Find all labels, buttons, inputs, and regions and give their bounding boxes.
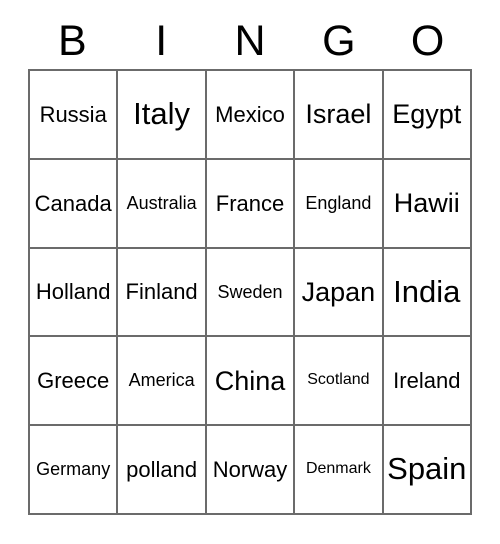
bingo-cell-b5[interactable]: Germany — [30, 426, 119, 515]
bingo-header-letter-b: B — [58, 17, 87, 65]
bingo-grid: Russia Italy Mexico Israel Egypt Canada … — [28, 69, 472, 515]
bingo-cell-label: Finland — [125, 279, 198, 305]
bingo-cell-b3[interactable]: Holland — [30, 248, 119, 338]
bingo-cell-n3[interactable]: Sweden — [206, 248, 296, 338]
bingo-cell-label: Japan — [301, 276, 376, 307]
bingo-cell-label: Greece — [37, 368, 110, 394]
bingo-cell-o2[interactable]: Hawii — [383, 159, 472, 249]
bingo-cell-i1[interactable]: Italy — [118, 71, 207, 160]
bingo-cell-label: Holland — [35, 279, 111, 305]
bingo-header-row: B I N G O — [28, 14, 472, 69]
bingo-cell-n1[interactable]: Mexico — [206, 71, 296, 160]
bingo-cell-label: America — [128, 370, 195, 391]
bingo-cell-label: Mexico — [215, 101, 285, 127]
bingo-cell-label: Spain — [387, 451, 467, 487]
bingo-cell-label: Egypt — [392, 99, 462, 130]
bingo-cell-o3[interactable]: India — [383, 248, 472, 338]
bingo-cell-label: polland — [126, 457, 198, 483]
bingo-cell-i2[interactable]: Australia — [118, 159, 207, 249]
bingo-cell-n4[interactable]: China — [206, 337, 296, 427]
bingo-cell-label: Italy — [133, 96, 191, 132]
bingo-cell-label: Canada — [34, 190, 112, 216]
bingo-cell-g5[interactable]: Denmark — [295, 426, 384, 515]
bingo-cell-b4[interactable]: Greece — [30, 337, 119, 427]
bingo-cell-label: France — [215, 190, 285, 216]
bingo-cell-label: Russia — [39, 101, 107, 127]
bingo-cell-label: Israel — [305, 99, 372, 130]
bingo-cell-label: Denmark — [305, 460, 371, 478]
bingo-cell-label: Hawii — [393, 188, 460, 219]
bingo-cell-label: Norway — [212, 457, 288, 483]
bingo-cell-o4[interactable]: Ireland — [383, 337, 472, 427]
bingo-cell-o1[interactable]: Egypt — [383, 71, 472, 160]
bingo-cell-label: England — [305, 192, 372, 213]
bingo-cell-i5[interactable]: polland — [118, 426, 207, 515]
bingo-header-letter-i: I — [155, 17, 168, 65]
bingo-card: B I N G O Russia Italy Mexico Israel Egy… — [0, 0, 500, 544]
bingo-cell-label: Ireland — [393, 368, 461, 394]
bingo-cell-label: Sweden — [217, 281, 283, 302]
bingo-cell-g1[interactable]: Israel — [295, 71, 384, 160]
bingo-cell-label: China — [214, 365, 286, 396]
bingo-cell-b2[interactable]: Canada — [30, 159, 119, 249]
bingo-header-letter-n: N — [234, 17, 266, 65]
bingo-cell-label: Germany — [36, 459, 111, 480]
bingo-cell-g2[interactable]: England — [295, 159, 384, 249]
bingo-cell-n5[interactable]: Norway — [206, 426, 296, 515]
bingo-cell-g3[interactable]: Japan — [295, 248, 384, 338]
bingo-cell-i3[interactable]: Finland — [118, 248, 207, 338]
bingo-header-letter-g: G — [322, 17, 356, 65]
bingo-cell-label: Australia — [126, 192, 197, 213]
bingo-header-letter-o: O — [410, 17, 445, 65]
bingo-cell-g4[interactable]: Scotland — [295, 337, 384, 427]
bingo-cell-o5[interactable]: Spain — [383, 426, 472, 515]
bingo-cell-i4[interactable]: America — [118, 337, 207, 427]
bingo-cell-b1[interactable]: Russia — [30, 71, 119, 160]
bingo-cell-n2[interactable]: France — [206, 159, 296, 249]
bingo-cell-label: India — [393, 273, 461, 309]
bingo-cell-label: Scotland — [307, 371, 370, 389]
